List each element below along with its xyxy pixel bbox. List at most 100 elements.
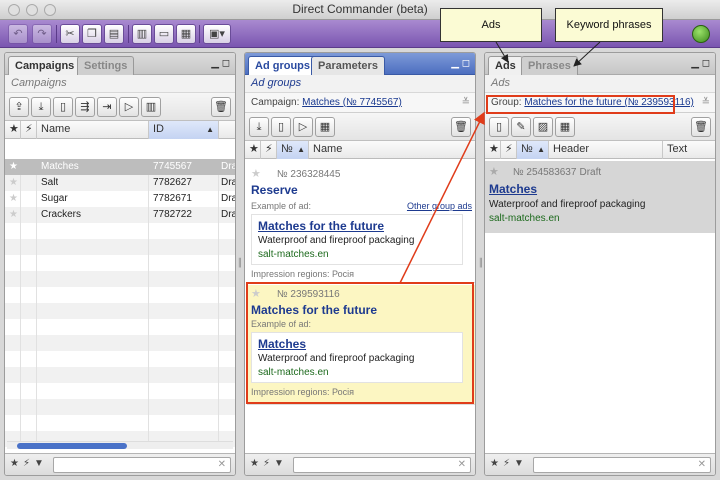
ad-row-selected[interactable]: ★ № 254583637 Draft Matches Waterproof an… (485, 161, 715, 233)
flash-column-icon[interactable]: ⚡ (21, 121, 37, 139)
group-title: Reserve (251, 183, 298, 197)
table-icon[interactable]: ▦ (555, 117, 575, 137)
collapse-icon[interactable]: ≚ (702, 93, 710, 112)
view-menu-icon[interactable]: ▣▾ (203, 24, 231, 44)
other-group-ads-link[interactable]: Other group ads (407, 201, 472, 211)
clear-search-icon[interactable]: ✕ (698, 459, 706, 470)
ads-footer: ★⚡▼ ✕ (485, 453, 715, 475)
minimize-panel-icon[interactable]: ▁ (691, 58, 699, 69)
trash-icon[interactable]: 🗑 (211, 97, 231, 117)
minimize-panel-icon[interactable]: ▁ (451, 58, 459, 69)
ads-subtitle: Ads (485, 75, 715, 93)
minimize-window-button[interactable] (26, 4, 38, 16)
ad-groups-actions: ⤓ ▯ ▷ ▦ 🗑 (245, 113, 475, 141)
minimize-panel-icon[interactable]: ▁ (211, 58, 219, 69)
id-column-header[interactable]: ID ▲ (149, 121, 219, 139)
image-icon[interactable]: ▨ (533, 117, 553, 137)
maximize-panel-icon[interactable]: ◻ (222, 58, 230, 69)
sort-asc-icon: ▲ (297, 145, 305, 154)
battery-icon[interactable]: ▭ (154, 24, 174, 44)
horizontal-scrollbar[interactable] (7, 441, 233, 449)
number-column-header[interactable]: № ▲ (277, 141, 309, 159)
flash-column-icon[interactable]: ⚡ (501, 141, 517, 159)
new-document-icon[interactable]: ▯ (53, 97, 73, 117)
tab-ads[interactable]: Ads (488, 56, 523, 75)
ad-group-card[interactable]: ★ № 236328445 Reserve Example of ad: Othe… (247, 163, 475, 283)
upload-icon[interactable]: ⇪ (9, 97, 29, 117)
campaign-breadcrumb: Campaign: Matches (№ 7745567) ≚ (245, 93, 475, 113)
text-column-header[interactable]: Text (663, 141, 715, 159)
splitter-handle[interactable]: ║ (237, 258, 243, 270)
stats-icon[interactable]: ▥ (132, 24, 152, 44)
number-column-header[interactable]: № ▲ (517, 141, 549, 159)
table-row[interactable]: ★ Matches 7745567 Dra (5, 159, 235, 175)
flash-column-icon[interactable]: ⚡ (261, 141, 277, 159)
tab-phrases[interactable]: Phrases (521, 56, 578, 75)
campaigns-search-input[interactable]: ✕ (53, 457, 231, 473)
clear-search-icon[interactable]: ✕ (218, 459, 226, 470)
tab-parameters[interactable]: Parameters (311, 56, 385, 75)
trash-icon[interactable]: 🗑 (451, 117, 471, 137)
cut-icon[interactable]: ✂ (60, 24, 80, 44)
import-icon[interactable]: ⇥ (97, 97, 117, 117)
campaigns-actions: ⇪ ⤓ ▯ ⇶ ⇥ ▷ ▥ 🗑 (5, 93, 235, 121)
download-icon[interactable]: ⤓ (249, 117, 269, 137)
download-icon[interactable]: ⤓ (31, 97, 51, 117)
filter-icons[interactable]: ★⚡▼ (10, 458, 48, 469)
close-window-button[interactable] (8, 4, 20, 16)
star-icon[interactable]: ★ (251, 168, 261, 180)
redo-icon[interactable]: ↷ (32, 24, 52, 44)
star-column-icon[interactable]: ★ (245, 141, 261, 159)
campaigns-panel: Campaigns Settings ▁ ◻ Campaigns ⇪ ⤓ ▯ ⇶… (4, 52, 236, 476)
online-status-icon[interactable] (692, 25, 710, 43)
copy-icon[interactable]: ❐ (82, 24, 102, 44)
filter-icons[interactable]: ★⚡▼ (490, 458, 528, 469)
new-document-icon[interactable]: ▯ (271, 117, 291, 137)
ad-groups-search-input[interactable]: ✕ (293, 457, 471, 473)
star-column-icon[interactable]: ★ (485, 141, 501, 159)
campaign-link[interactable]: Matches (№ 7745567) (302, 97, 402, 108)
filter-icons[interactable]: ★⚡▼ (250, 458, 288, 469)
header-column-header[interactable]: Header (549, 141, 663, 159)
star-column-icon[interactable]: ★ (5, 121, 21, 139)
undo-icon[interactable]: ↶ (8, 24, 28, 44)
name-column-header[interactable]: Name (309, 141, 475, 159)
sort-asc-icon: ▲ (537, 145, 545, 154)
table-row[interactable]: ★ Crackers 7782722 Dra (5, 207, 235, 223)
calculator-icon[interactable]: ▦ (176, 24, 196, 44)
ads-search-input[interactable]: ✕ (533, 457, 711, 473)
ads-panel: Ads Phrases ▁ ◻ Ads Group: Matches for t… (484, 52, 716, 476)
ads-callout: Ads (440, 8, 542, 42)
table-row[interactable]: ★ Sugar 7782671 Dra (5, 191, 235, 207)
forward-icon[interactable]: ▷ (119, 97, 139, 117)
paste-icon[interactable]: ▤ (104, 24, 124, 44)
name-column-header[interactable]: Name (37, 121, 149, 139)
trash-icon[interactable]: 🗑 (691, 117, 711, 137)
sort-asc-icon: ▲ (206, 125, 214, 134)
tab-settings[interactable]: Settings (77, 56, 135, 75)
ad-groups-footer: ★⚡▼ ✕ (245, 453, 475, 475)
collapse-icon[interactable]: ≚ (462, 93, 470, 112)
tab-ad-groups[interactable]: Ad groups (248, 56, 317, 75)
campaigns-tabbar: Campaigns Settings ▁ ◻ (5, 53, 235, 75)
maximize-panel-icon[interactable]: ◻ (702, 58, 710, 69)
ad-title[interactable]: Matches (489, 182, 711, 196)
ad-groups-column-header: ★ ⚡ № ▲ Name (245, 141, 475, 159)
maximize-panel-icon[interactable]: ◻ (462, 58, 470, 69)
ad-groups-subtitle: Ad groups (245, 75, 475, 93)
table-row[interactable]: ★ Salt 7782627 Dra (5, 175, 235, 191)
zoom-window-button[interactable] (44, 4, 56, 16)
scrollbar-thumb[interactable] (17, 443, 127, 449)
forward-icon[interactable]: ▷ (293, 117, 313, 137)
keyword-phrases-callout: Keyword phrases (555, 8, 663, 42)
export-icon[interactable]: ⇶ (75, 97, 95, 117)
new-document-icon[interactable]: ▯ (489, 117, 509, 137)
table-icon[interactable]: ▦ (315, 117, 335, 137)
splitter-handle[interactable]: ║ (478, 258, 484, 270)
ads-column-header: ★ ⚡ № ▲ Header Text (485, 141, 715, 159)
clear-search-icon[interactable]: ✕ (458, 459, 466, 470)
tab-campaigns[interactable]: Campaigns (8, 56, 82, 75)
star-icon[interactable]: ★ (489, 166, 499, 178)
chart-icon[interactable]: ▥ (141, 97, 161, 117)
edit-icon[interactable]: ✎ (511, 117, 531, 137)
